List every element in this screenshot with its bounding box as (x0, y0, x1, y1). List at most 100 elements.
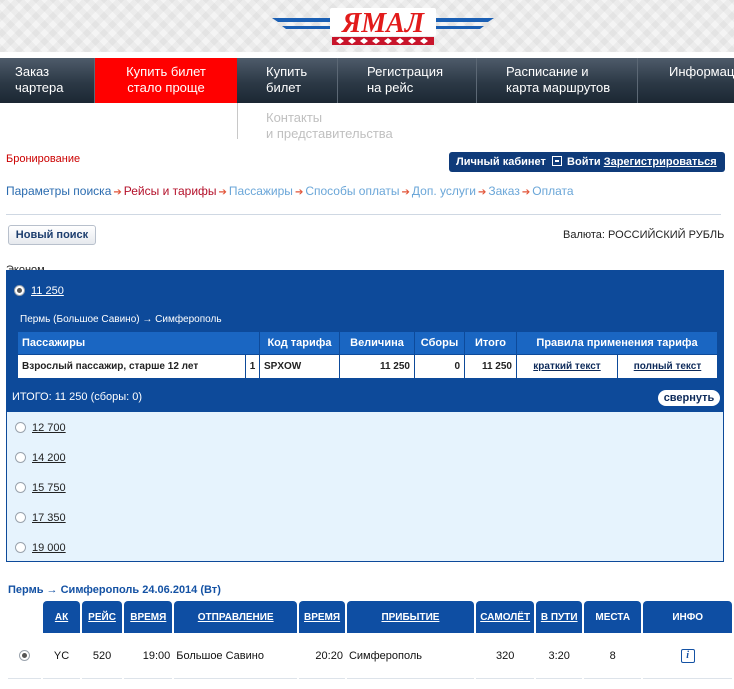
fare-option-selected[interactable]: 11 250 (14, 283, 64, 297)
cabinet-title: Личный кабинет (456, 156, 546, 168)
col-passengers: Пассажиры (17, 331, 260, 355)
fare-price[interactable]: 15 750 (32, 482, 66, 494)
nav-label: на рейс (367, 80, 414, 95)
step-arrow-icon: ➔ (218, 187, 227, 198)
col-flight[interactable]: РЕЙС (81, 601, 123, 633)
fare-total: 11 250 (464, 354, 517, 379)
collapse-button[interactable]: свернуть (658, 390, 720, 406)
col-arrival[interactable]: ПРИБЫТИЕ (346, 601, 474, 633)
fare-option[interactable]: 14 200 (15, 450, 66, 464)
carrier: YC (43, 633, 80, 679)
nav-checkin[interactable]: Регистрация на рейс (338, 58, 477, 103)
register-link[interactable]: Зарегистрироваться (604, 156, 717, 168)
fare-radio[interactable] (14, 285, 25, 297)
col-total: Итого (464, 331, 517, 355)
flight-route-title: Пермь → Симферополь 24.06.2014 (Вт) (8, 584, 221, 596)
col-dep-time[interactable]: ВРЕМЯ (124, 601, 173, 633)
fare-radio[interactable] (15, 452, 26, 464)
nav-buy-ticket[interactable]: Купить билет (237, 58, 338, 103)
personal-cabinet-bar: Личный кабинет Войти Зарегистрироваться (449, 152, 725, 172)
nav-label: чартера (15, 80, 64, 95)
yamal-logo[interactable]: ЯМАЛ (272, 4, 494, 48)
arrival-time: 20:20 (299, 633, 345, 679)
fare-total-summary: ИТОГО: 11 250 (сборы: 0) (12, 391, 143, 403)
fare-radio[interactable] (15, 422, 26, 434)
currency-label: Валюта: (563, 229, 605, 241)
fare-fees: 0 (414, 354, 465, 379)
col-seats: МЕСТА (584, 601, 642, 633)
full-rules-link[interactable]: полный текст (634, 361, 702, 372)
submenu-label: Контакты (266, 110, 323, 125)
col-fare-rules: Правила применения тарифа (516, 331, 718, 355)
col-aircraft[interactable]: САМОЛЁТ (475, 601, 535, 633)
submenu-divider (237, 103, 238, 139)
fare-price[interactable]: 14 200 (32, 452, 66, 464)
nav-label: Купить (266, 64, 308, 79)
nav-label: Регистрация (367, 64, 443, 79)
fare-panel: 11 250 Пермь (Большое Савино) → Симфероп… (6, 270, 724, 562)
main-nav: Заказ чартера Купить билет стало проще К… (0, 58, 734, 103)
nav-info[interactable]: Информац (638, 58, 734, 103)
fare-price[interactable]: 19 000 (32, 542, 66, 554)
nav-label: карта маршрутов (506, 80, 611, 95)
info-icon[interactable]: i (680, 648, 695, 663)
flight-radio[interactable] (19, 650, 31, 662)
new-search-button[interactable]: Новый поиск (8, 225, 96, 245)
col-info: ИНФО (643, 601, 732, 633)
col-duration[interactable]: В ПУТИ (536, 601, 583, 633)
step-arrow-icon: ➔ (113, 187, 122, 198)
fare-code: SPXOW (259, 354, 340, 379)
step-order: Заказ (488, 184, 520, 198)
fare-price[interactable]: 17 350 (32, 512, 66, 524)
table-row[interactable]: YC 520 19:00 Большое Савино 20:20 Симфер… (8, 633, 732, 679)
fare-option[interactable]: 17 350 (15, 510, 66, 524)
fare-radio[interactable] (15, 482, 26, 494)
site-header: ЯМАЛ (0, 0, 734, 52)
nav-label: Купить билет (126, 64, 206, 79)
login-icon (551, 156, 562, 166)
nav-label: стало проще (127, 80, 205, 95)
step-arrow-icon: ➔ (477, 187, 487, 198)
currency-value[interactable]: РОССИЙСКИЙ РУБЛЬ (608, 229, 724, 241)
submenu-contacts[interactable]: Контакты и представительства (266, 110, 393, 142)
flight-duration: 3:20 (536, 633, 583, 679)
step-passengers: Пассажиры (228, 184, 293, 198)
nav-schedule[interactable]: Расписание и карта маршрутов (477, 58, 638, 103)
flight-select-cell (8, 633, 42, 679)
col-departure[interactable]: ОТПРАВЛЕНИЕ (174, 601, 298, 633)
full-rules-cell: полный текст (617, 354, 718, 379)
fare-radio[interactable] (15, 542, 26, 554)
nav-charter-order[interactable]: Заказ чартера (0, 58, 95, 103)
step-arrow-icon: ➔ (294, 187, 304, 198)
fare-price[interactable]: 11 250 (31, 285, 64, 297)
fare-price[interactable]: 12 700 (32, 422, 66, 434)
fare-radio[interactable] (15, 512, 26, 524)
divider (6, 214, 721, 215)
step-flights-fares: Рейсы и тарифы (123, 184, 217, 198)
short-rules-link[interactable]: краткий текст (533, 361, 600, 372)
fare-option[interactable]: 15 750 (15, 480, 66, 494)
table-row: Взрослый пассажир, старше 12 лет 1 SPXOW… (17, 354, 718, 379)
step-payment-methods: Способы оплаты (305, 184, 400, 198)
selected-fare: 11 250 Пермь (Большое Савино) → Симфероп… (7, 271, 723, 412)
step-search-params[interactable]: Параметры поиска (6, 184, 111, 198)
svg-text:ЯМАЛ: ЯМАЛ (341, 8, 425, 39)
col-carrier[interactable]: АК (43, 601, 80, 633)
fare-route: Пермь (Большое Савино) → Симферополь (20, 314, 222, 325)
passenger-count: 1 (245, 354, 260, 379)
col-fare-code: Код тарифа (259, 331, 340, 355)
info-cell: i (643, 633, 732, 679)
submenu-label: и представительства (266, 126, 393, 141)
fare-option[interactable]: 12 700 (15, 420, 66, 434)
passenger-type: Взрослый пассажир, старше 12 лет (17, 354, 246, 379)
nav-buy-easier[interactable]: Купить билет стало проще (95, 58, 237, 103)
step-extra-services: Доп. услуги (411, 184, 476, 198)
login-link[interactable]: Войти (567, 156, 601, 168)
flight-number: 520 (81, 633, 123, 679)
col-arr-time[interactable]: ВРЕМЯ (299, 601, 345, 633)
col-select (8, 601, 41, 633)
departure-airport: Большое Савино (174, 633, 298, 679)
fare-option[interactable]: 19 000 (15, 540, 66, 554)
arrival-airport: Симферополь (346, 633, 474, 679)
step-arrow-icon: ➔ (401, 187, 410, 198)
